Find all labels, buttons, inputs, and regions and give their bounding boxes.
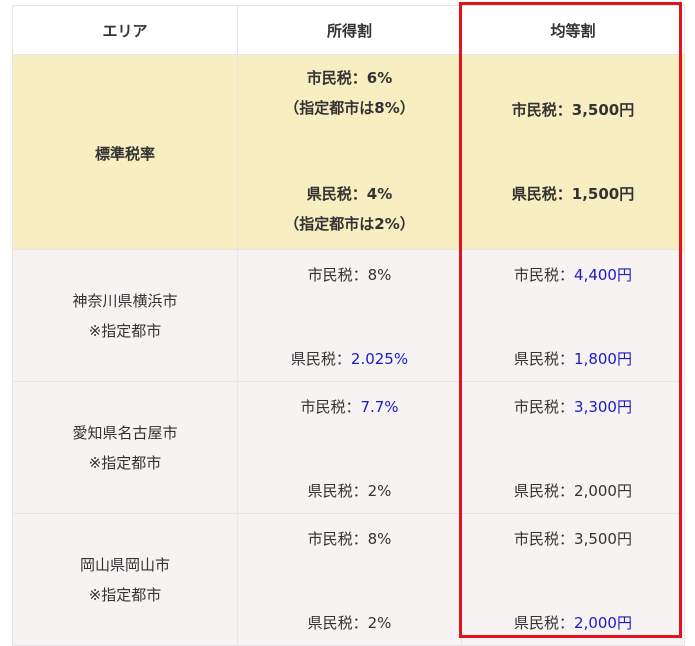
per-capita-city-label: 市民税：	[514, 266, 575, 284]
income-pref-value: 2%	[367, 614, 392, 632]
income-pref-label: 県民税：	[307, 482, 368, 500]
city-name: 岡山県岡山市	[79, 556, 170, 574]
header-per-capita: 均等割	[461, 5, 685, 55]
income-pref-line: 県民税：2.025%	[238, 348, 461, 369]
per-capita-cell: 市民税：3,300円 県民税：2,000円	[461, 381, 685, 514]
income-pref-label: 県民税：	[290, 350, 351, 368]
standard-per-capita-pref: 県民税：1,500円	[511, 185, 635, 203]
income-cell: 市民税：7.7% 県民税：2%	[237, 381, 462, 514]
city-name-cell: 神奈川県横浜市 ※指定都市	[12, 249, 238, 382]
tax-rate-table: エリア 所得割 均等割 標準税率 市民税：6% （指定都市は8%） 県民税：4%…	[12, 5, 685, 646]
per-capita-city-line: 市民税：3,500円	[462, 528, 684, 549]
city-row-yokohama: 神奈川県横浜市 ※指定都市 市民税：8% 県民税：2.025% 市民税：4,40…	[12, 249, 685, 382]
per-capita-cell: 市民税：3,500円 県民税：2,000円	[461, 513, 685, 646]
income-city-value: 8%	[367, 530, 392, 548]
city-row-nagoya: 愛知県名古屋市 ※指定都市 市民税：7.7% 県民税：2% 市民税：3,300円…	[12, 381, 685, 514]
income-city-label: 市民税：	[307, 530, 368, 548]
city-note: ※指定都市	[88, 586, 162, 604]
city-name-cell: 愛知県名古屋市 ※指定都市	[12, 381, 238, 514]
per-capita-city-value: 3,500円	[574, 530, 632, 548]
per-capita-city-value: 4,400円	[574, 266, 632, 284]
per-capita-city-line: 市民税：4,400円	[462, 264, 684, 285]
income-city-line: 市民税：7.7%	[238, 396, 461, 417]
per-capita-city-label: 市民税：	[514, 398, 575, 416]
standard-rate-row: 標準税率 市民税：6% （指定都市は8%） 県民税：4% （指定都市は2%） 市…	[12, 54, 685, 250]
header-area: エリア	[12, 5, 238, 55]
per-capita-pref-label: 県民税：	[514, 614, 575, 632]
per-capita-pref-value: 2,000円	[574, 614, 632, 632]
per-capita-pref-value: 1,800円	[574, 350, 632, 368]
standard-income-pref-note: （指定都市は2%）	[284, 215, 415, 233]
per-capita-pref-line: 県民税：2,000円	[462, 480, 684, 501]
income-city-value: 8%	[367, 266, 392, 284]
per-capita-cell: 市民税：4,400円 県民税：1,800円	[461, 249, 685, 382]
header-row: エリア 所得割 均等割	[12, 5, 685, 55]
per-capita-city-line: 市民税：3,300円	[462, 396, 684, 417]
income-pref-line: 県民税：2%	[238, 480, 461, 501]
income-pref-value: 2%	[367, 482, 392, 500]
income-city-label: 市民税：	[307, 266, 368, 284]
city-name: 愛知県名古屋市	[72, 424, 178, 442]
standard-income-city-note: （指定都市は8%）	[284, 99, 415, 117]
standard-income-city: 市民税：6%	[306, 69, 393, 87]
income-city-line: 市民税：8%	[238, 264, 461, 285]
income-pref-label: 県民税：	[307, 614, 368, 632]
per-capita-pref-line: 県民税：1,800円	[462, 348, 684, 369]
standard-income-cell: 市民税：6% （指定都市は8%） 県民税：4% （指定都市は2%）	[237, 54, 462, 250]
income-pref-line: 県民税：2%	[238, 612, 461, 633]
city-note: ※指定都市	[88, 454, 162, 472]
income-cell: 市民税：8% 県民税：2%	[237, 513, 462, 646]
per-capita-pref-label: 県民税：	[514, 350, 575, 368]
standard-per-capita-cell: 市民税：3,500円 県民税：1,500円	[461, 54, 685, 250]
per-capita-city-label: 市民税：	[514, 530, 575, 548]
city-name-cell: 岡山県岡山市 ※指定都市	[12, 513, 238, 646]
standard-income-pref: 県民税：4%	[306, 185, 393, 203]
city-row-okayama: 岡山県岡山市 ※指定都市 市民税：8% 県民税：2% 市民税：3,500円 県民…	[12, 513, 685, 646]
per-capita-pref-value: 2,000円	[574, 482, 632, 500]
income-city-label: 市民税：	[300, 398, 361, 416]
city-note: ※指定都市	[88, 322, 162, 340]
income-city-line: 市民税：8%	[238, 528, 461, 549]
per-capita-pref-label: 県民税：	[514, 482, 575, 500]
standard-per-capita-city: 市民税：3,500円	[511, 101, 635, 119]
standard-label-cell: 標準税率	[12, 54, 238, 250]
city-name: 神奈川県横浜市	[72, 292, 178, 310]
per-capita-city-value: 3,300円	[574, 398, 632, 416]
standard-label: 標準税率	[94, 145, 155, 163]
header-income: 所得割	[237, 5, 462, 55]
income-city-value: 7.7%	[360, 398, 399, 416]
income-cell: 市民税：8% 県民税：2.025%	[237, 249, 462, 382]
per-capita-pref-line: 県民税：2,000円	[462, 612, 684, 633]
income-pref-value: 2.025%	[350, 350, 409, 368]
